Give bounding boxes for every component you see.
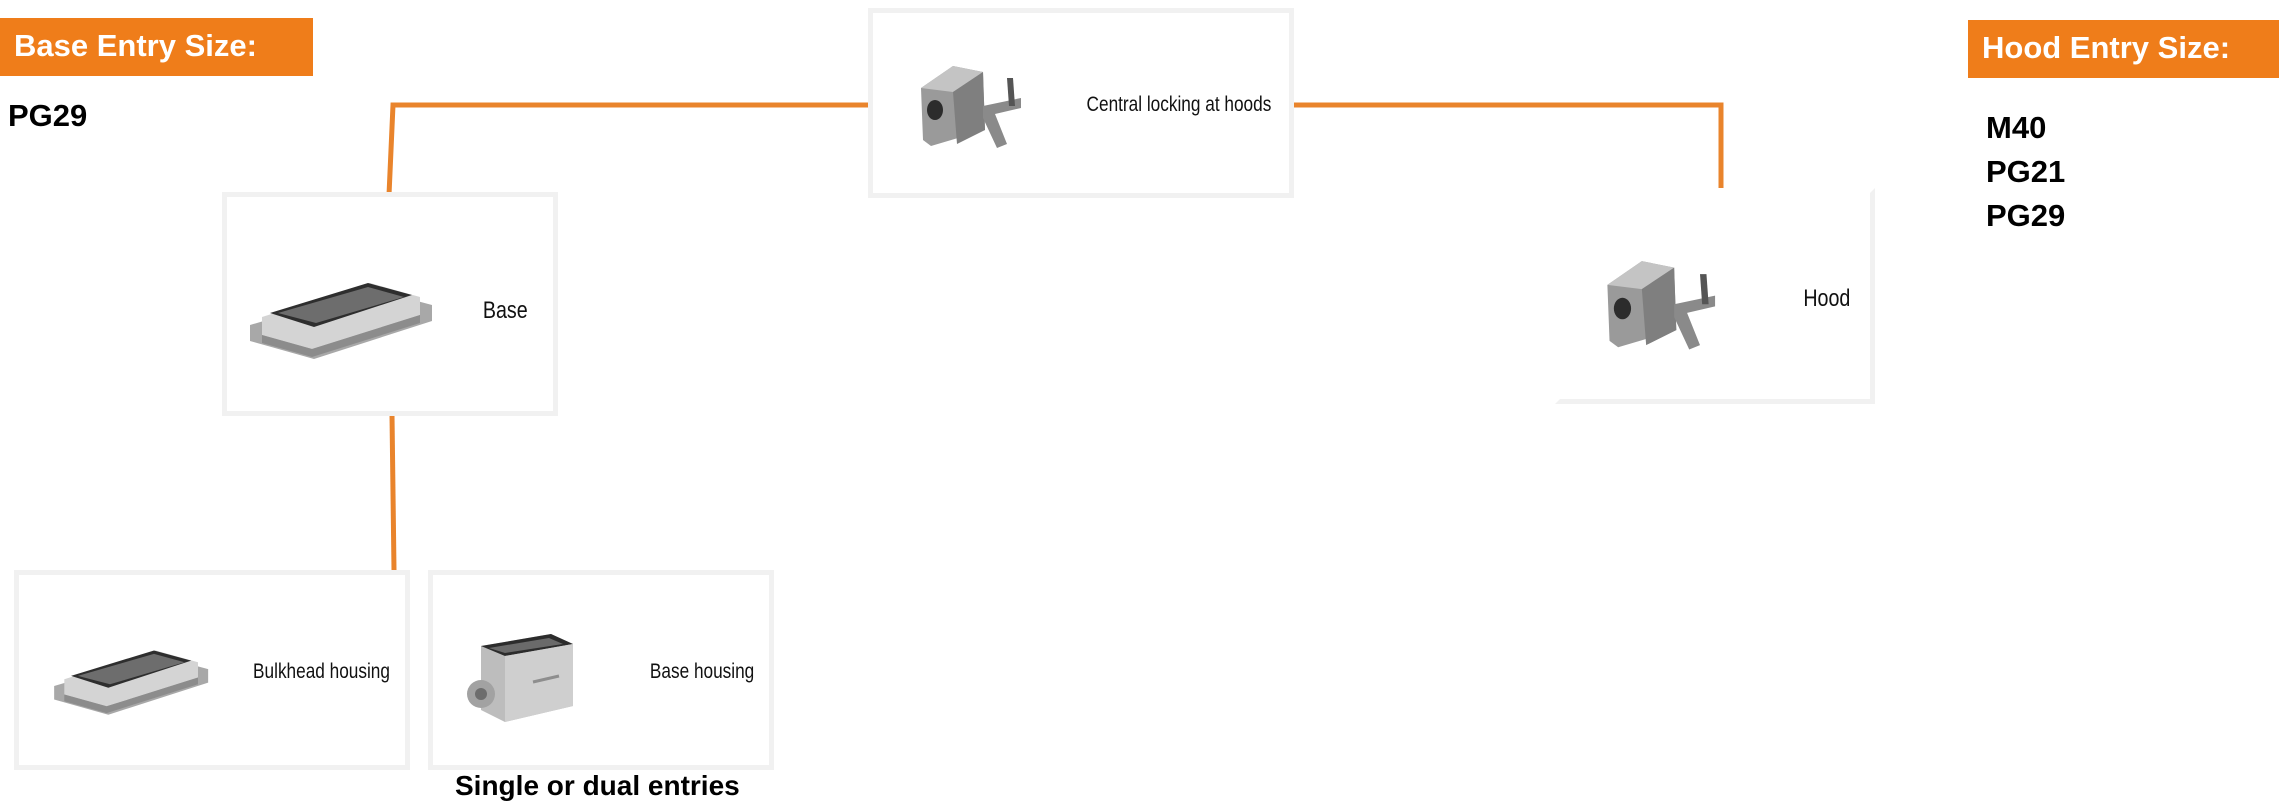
hood-entry-size-list: M40 PG21 PG29 (1986, 106, 2065, 238)
bulkhead-housing-card[interactable]: Bulkhead housing (14, 570, 410, 770)
base-entry-size-list: PG29 (8, 94, 87, 138)
connector-central-to-hood (1290, 102, 1724, 190)
entries-caption: Single or dual entries (455, 770, 740, 801)
hood-entry-size-item: PG29 (1986, 198, 2066, 233)
connector-base-to-bulkhead (389, 414, 397, 571)
surface-base-housing-icon (467, 634, 573, 722)
hood-entry-size-badge: Hood Entry Size: (1968, 20, 2279, 78)
hood-entry-size-item: PG21 (1986, 154, 2066, 189)
base-housing-card[interactable]: Base housing (428, 570, 774, 770)
hood-entry-size-item: M40 (1986, 110, 2047, 145)
hood-card[interactable]: Hood (1555, 188, 1875, 404)
base-housing-icon (250, 283, 432, 359)
central-locking-card[interactable]: Central locking at hoods (868, 8, 1294, 198)
connector-central-to-base (386, 102, 870, 196)
bulkhead-housing-icon (54, 650, 209, 715)
hood-label: Hood (1802, 285, 1850, 312)
base-entry-size-item: PG29 (8, 98, 88, 133)
base-label: Base (483, 297, 528, 324)
central-locking-label: Central locking at hoods (1086, 93, 1271, 116)
base-card[interactable]: Base (222, 192, 558, 416)
bulkhead-housing-label: Bulkhead housing (253, 660, 390, 683)
hood-with-lever-icon (921, 66, 1021, 148)
base-entry-size-badge: Base Entry Size: (0, 18, 313, 76)
hood-with-lever-icon (1607, 261, 1716, 350)
base-housing-label: Base housing (649, 660, 754, 683)
